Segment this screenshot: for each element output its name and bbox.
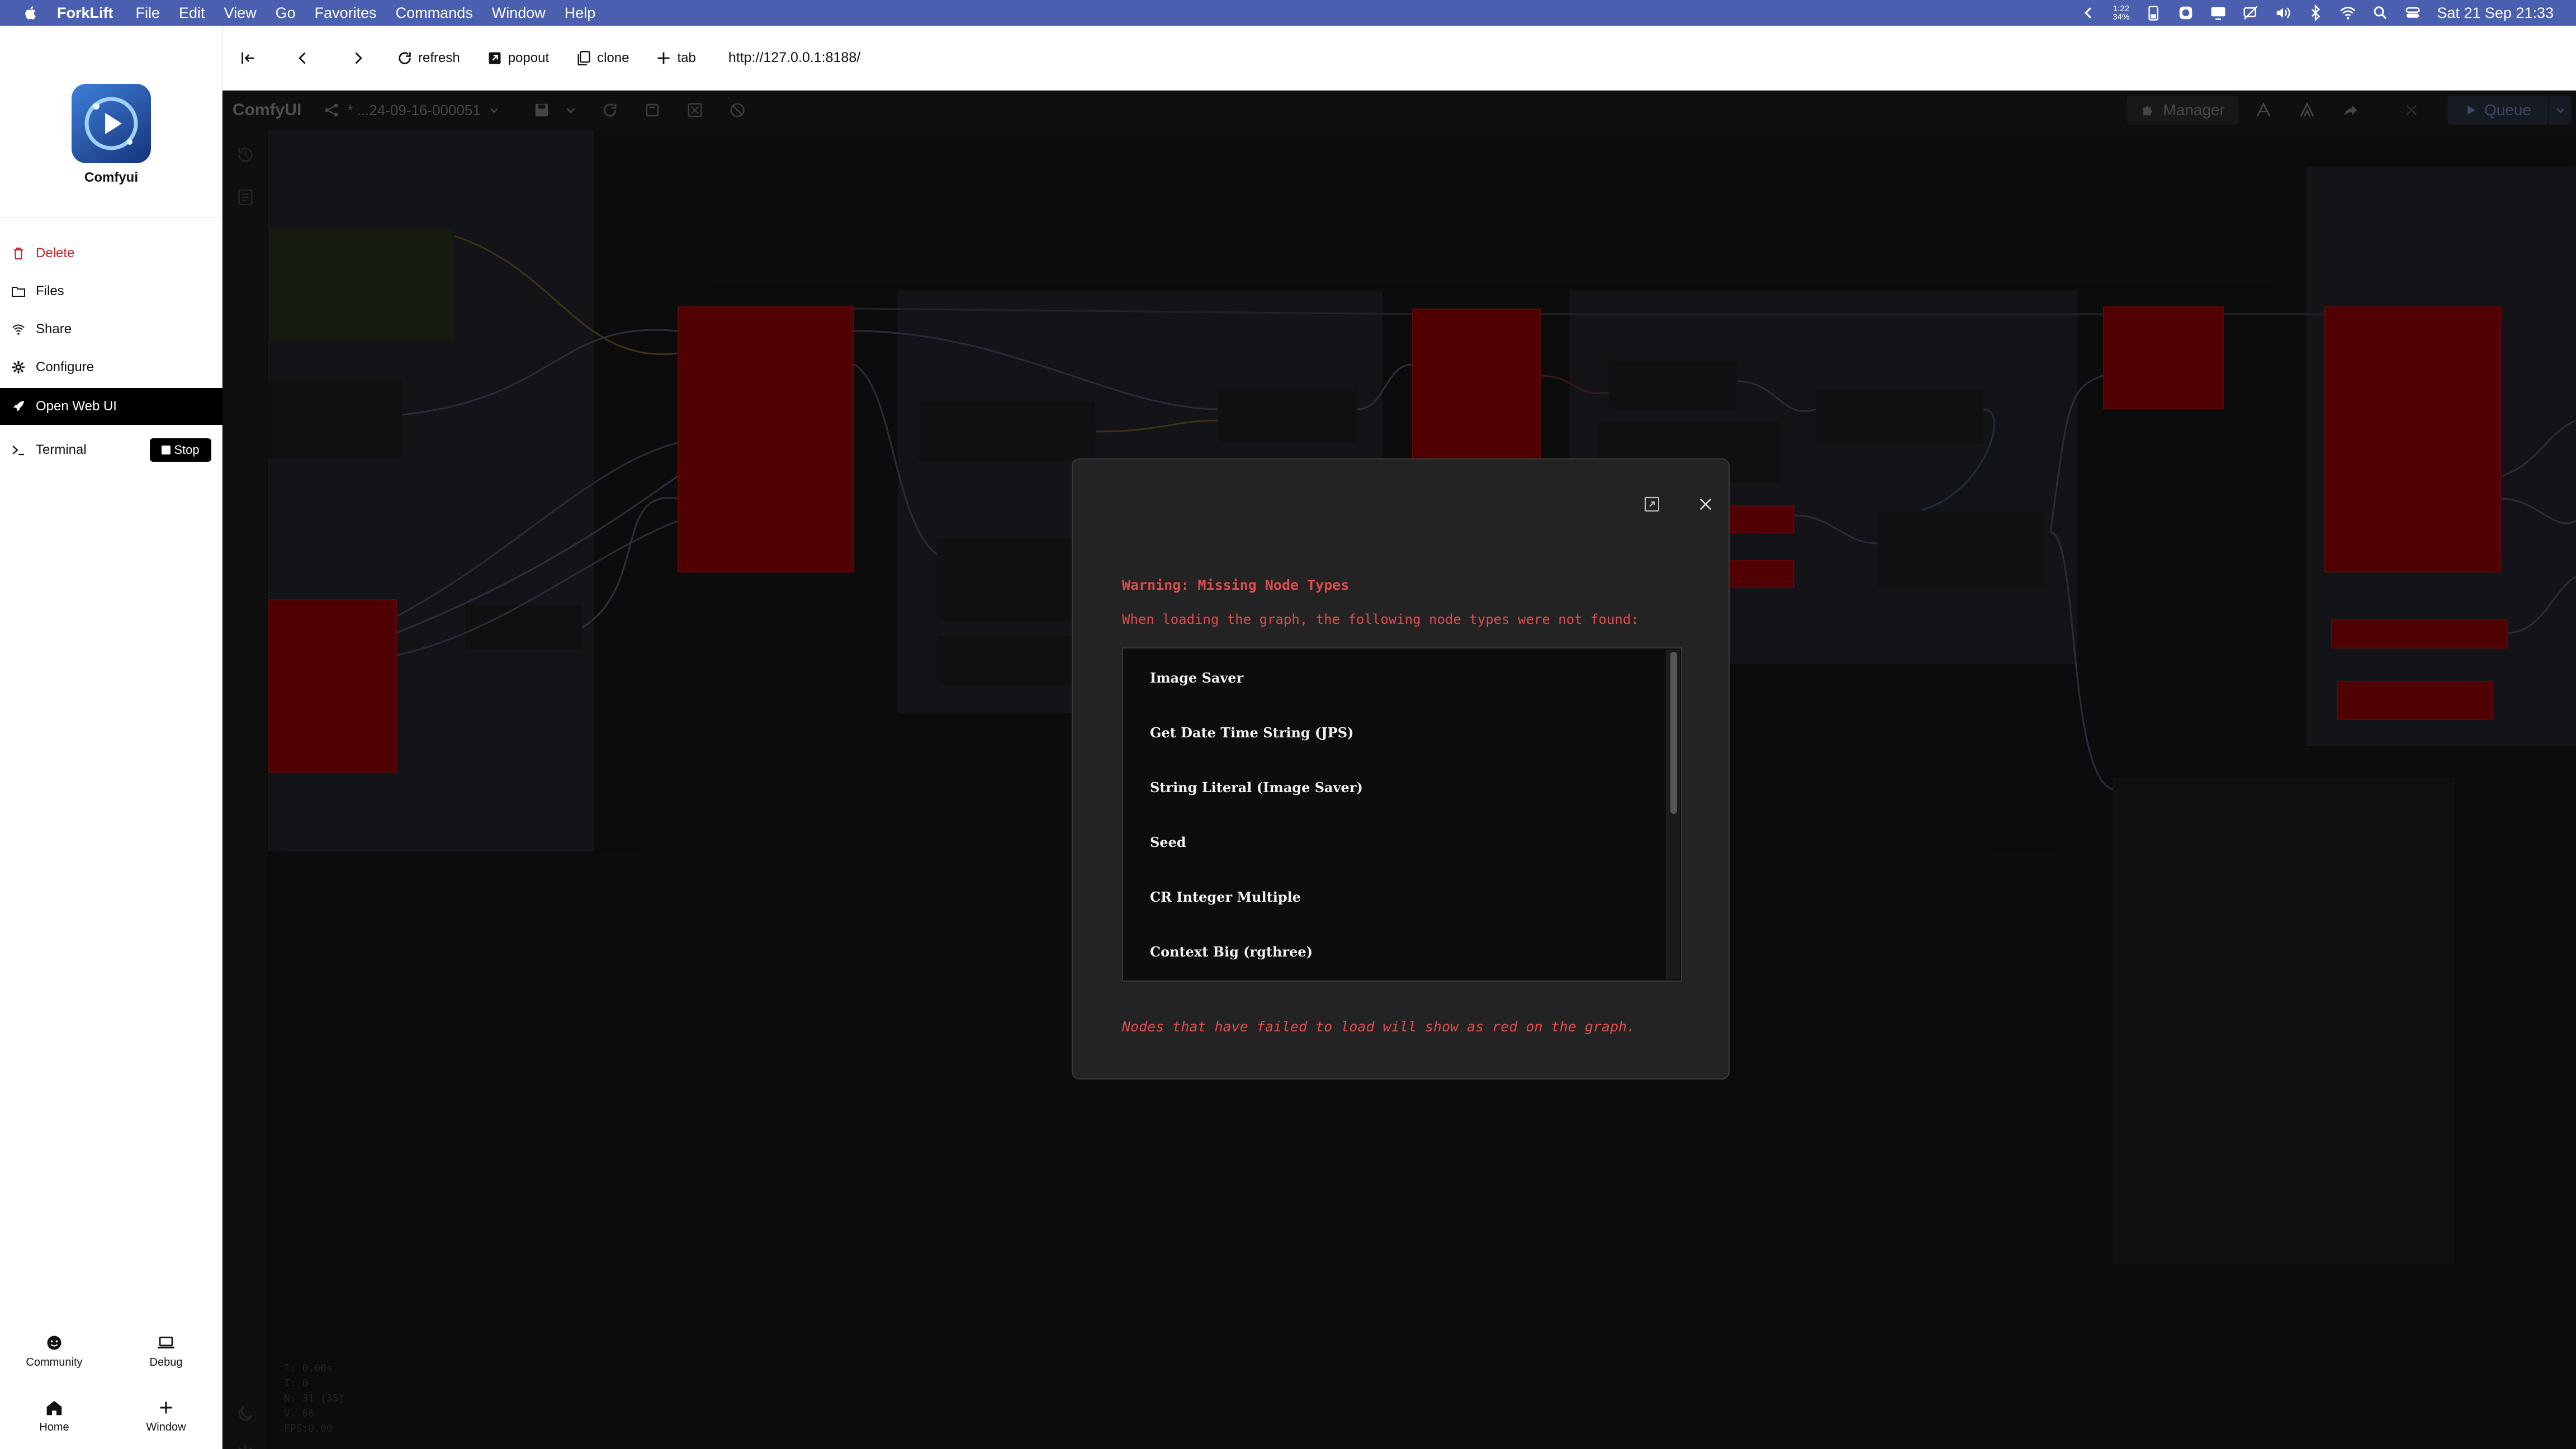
sidebar-item-terminal[interactable]: Terminal Stop: [0, 432, 222, 468]
sidebar-item-files[interactable]: Files: [0, 273, 222, 310]
sidebar-item-open-web-ui[interactable]: Open Web UI: [0, 388, 222, 425]
screen-mirroring-icon[interactable]: [2210, 4, 2227, 21]
missing-node-item: CR Integer Multiple: [1150, 889, 1301, 905]
menu-help[interactable]: Help: [565, 4, 596, 22]
url-field[interactable]: http://127.0.0.1:8188/: [728, 50, 860, 66]
sidebar-item-share[interactable]: Share: [0, 311, 222, 348]
sidebar-item-label: Share: [36, 321, 72, 337]
chevron-right-icon: [355, 52, 362, 64]
comfyui-app-logo: [72, 84, 151, 163]
stop-icon: [162, 446, 171, 454]
warning-description: When loading the graph, the following no…: [1122, 612, 1639, 627]
warning-title: Warning: Missing Node Types: [1122, 577, 1349, 593]
menu-go[interactable]: Go: [276, 4, 296, 22]
scrollbar-thumb[interactable]: [1670, 652, 1677, 814]
wifi-icon: [10, 321, 27, 338]
maximize-button[interactable]: [1639, 491, 1665, 518]
sidebar-home[interactable]: Home: [12, 1398, 96, 1434]
missing-nodes-dialog: Warning: Missing Node Types When loading…: [1072, 458, 1730, 1079]
trash-icon: [10, 245, 27, 262]
menubar: ForkLift File Edit View Go Favorites Com…: [0, 0, 2576, 26]
maximize-icon: [1644, 496, 1660, 512]
sidebar-item-configure[interactable]: Configure: [0, 349, 222, 386]
menu-view[interactable]: View: [224, 4, 257, 22]
popout-icon: [489, 52, 501, 64]
missing-node-list[interactable]: Image Saver Get Date Time String (JPS) S…: [1122, 647, 1682, 982]
do-not-disturb-icon[interactable]: [2242, 4, 2259, 21]
sidebar-bottom-label: Community: [26, 1356, 83, 1368]
menu-edit[interactable]: Edit: [179, 4, 205, 22]
tab-label: tab: [677, 50, 696, 65]
battery-icon[interactable]: [2145, 4, 2162, 21]
sidebar-debug[interactable]: Debug: [124, 1333, 208, 1369]
battery-time: 1:22: [2113, 4, 2129, 13]
missing-node-item: Get Date Time String (JPS): [1150, 724, 1354, 741]
volume-icon[interactable]: [2275, 4, 2291, 21]
sidebar-community[interactable]: Community: [12, 1333, 96, 1369]
apple-icon[interactable]: [23, 4, 39, 21]
sidebar-item-label: Delete: [36, 245, 75, 261]
wifi-status-icon[interactable]: [2340, 4, 2356, 21]
missing-node-item: Context Big (rgthree): [1150, 944, 1313, 960]
refresh-label: refresh: [418, 50, 460, 65]
gear-icon: [10, 359, 27, 376]
battery-percent: 34%: [2113, 12, 2130, 22]
popout-label: popout: [508, 50, 550, 65]
menubar-clock[interactable]: Sat 21 Sep 21:33: [2437, 4, 2554, 22]
plus-icon: [124, 1398, 208, 1418]
sidebar-item-label: Open Web UI: [36, 399, 117, 414]
control-center-icon[interactable]: [2404, 4, 2421, 21]
menu-app-name[interactable]: ForkLift: [57, 4, 113, 22]
comfyui-canvas-area[interactable]: ComfyUI * ...24-09-16-000051 Manager Que…: [222, 91, 2576, 1449]
menu-file[interactable]: File: [136, 4, 160, 22]
sidebar: Comfyui Delete Files Share Configure Ope…: [0, 26, 222, 1449]
sidebar-bottom-label: Window: [146, 1421, 186, 1433]
missing-node-item: String Literal (Image Saver): [1150, 779, 1363, 795]
new-tab-button[interactable]: tab: [656, 50, 696, 66]
sidebar-new-window[interactable]: Window: [124, 1398, 208, 1434]
clone-label: clone: [597, 50, 629, 65]
folder-icon: [10, 283, 27, 300]
spotlight-search-icon[interactable]: [2372, 4, 2389, 21]
missing-node-item: Seed: [1150, 834, 1186, 850]
sidebar-item-label: Configure: [36, 359, 94, 375]
laptop-icon: [124, 1333, 208, 1353]
close-icon: [1699, 498, 1712, 510]
sidebar-bottom-label: Home: [39, 1421, 69, 1433]
list-scrollbar[interactable]: [1666, 650, 1680, 979]
refresh-button[interactable]: refresh: [397, 50, 460, 66]
sidebar-item-label: Terminal: [36, 442, 87, 457]
menu-window[interactable]: Window: [492, 4, 546, 22]
back-button[interactable]: [295, 50, 311, 66]
sidebar-item-label: Files: [36, 283, 64, 299]
stop-button[interactable]: Stop: [150, 438, 211, 462]
plus-icon: [657, 52, 670, 64]
menu-commands[interactable]: Commands: [396, 4, 473, 22]
battery-status[interactable]: 1:22 34%: [2113, 4, 2129, 21]
stop-button-label: Stop: [174, 443, 200, 457]
forward-button[interactable]: [350, 50, 366, 66]
smile-icon: [12, 1333, 96, 1353]
sidebar-item-delete[interactable]: Delete: [0, 235, 222, 272]
popout-button[interactable]: popout: [487, 50, 549, 66]
clone-button[interactable]: clone: [576, 50, 629, 66]
app-name: Comfyui: [84, 170, 138, 185]
chevron-left-icon: [299, 52, 306, 64]
app-status-icon[interactable]: [2177, 4, 2194, 21]
missing-node-item: Image Saver: [1150, 670, 1244, 686]
close-dialog-button[interactable]: [1692, 491, 1719, 518]
rocket-icon: [10, 398, 27, 415]
menu-favorites[interactable]: Favorites: [315, 4, 377, 22]
chevron-left-icon[interactable]: [2080, 4, 2097, 21]
refresh-icon: [399, 51, 411, 64]
home-icon: [12, 1398, 96, 1418]
sidebar-bottom-label: Debug: [149, 1356, 183, 1368]
clone-icon: [577, 50, 590, 65]
browser-toolbar: refresh popout clone tab http://127.0.0.…: [222, 26, 2576, 91]
terminal-icon: [10, 442, 27, 458]
exit-button[interactable]: [240, 50, 256, 66]
warning-footer: Nodes that have failed to load will show…: [1122, 1019, 1636, 1035]
exit-icon: [242, 52, 254, 64]
bluetooth-icon[interactable]: [2307, 4, 2324, 21]
